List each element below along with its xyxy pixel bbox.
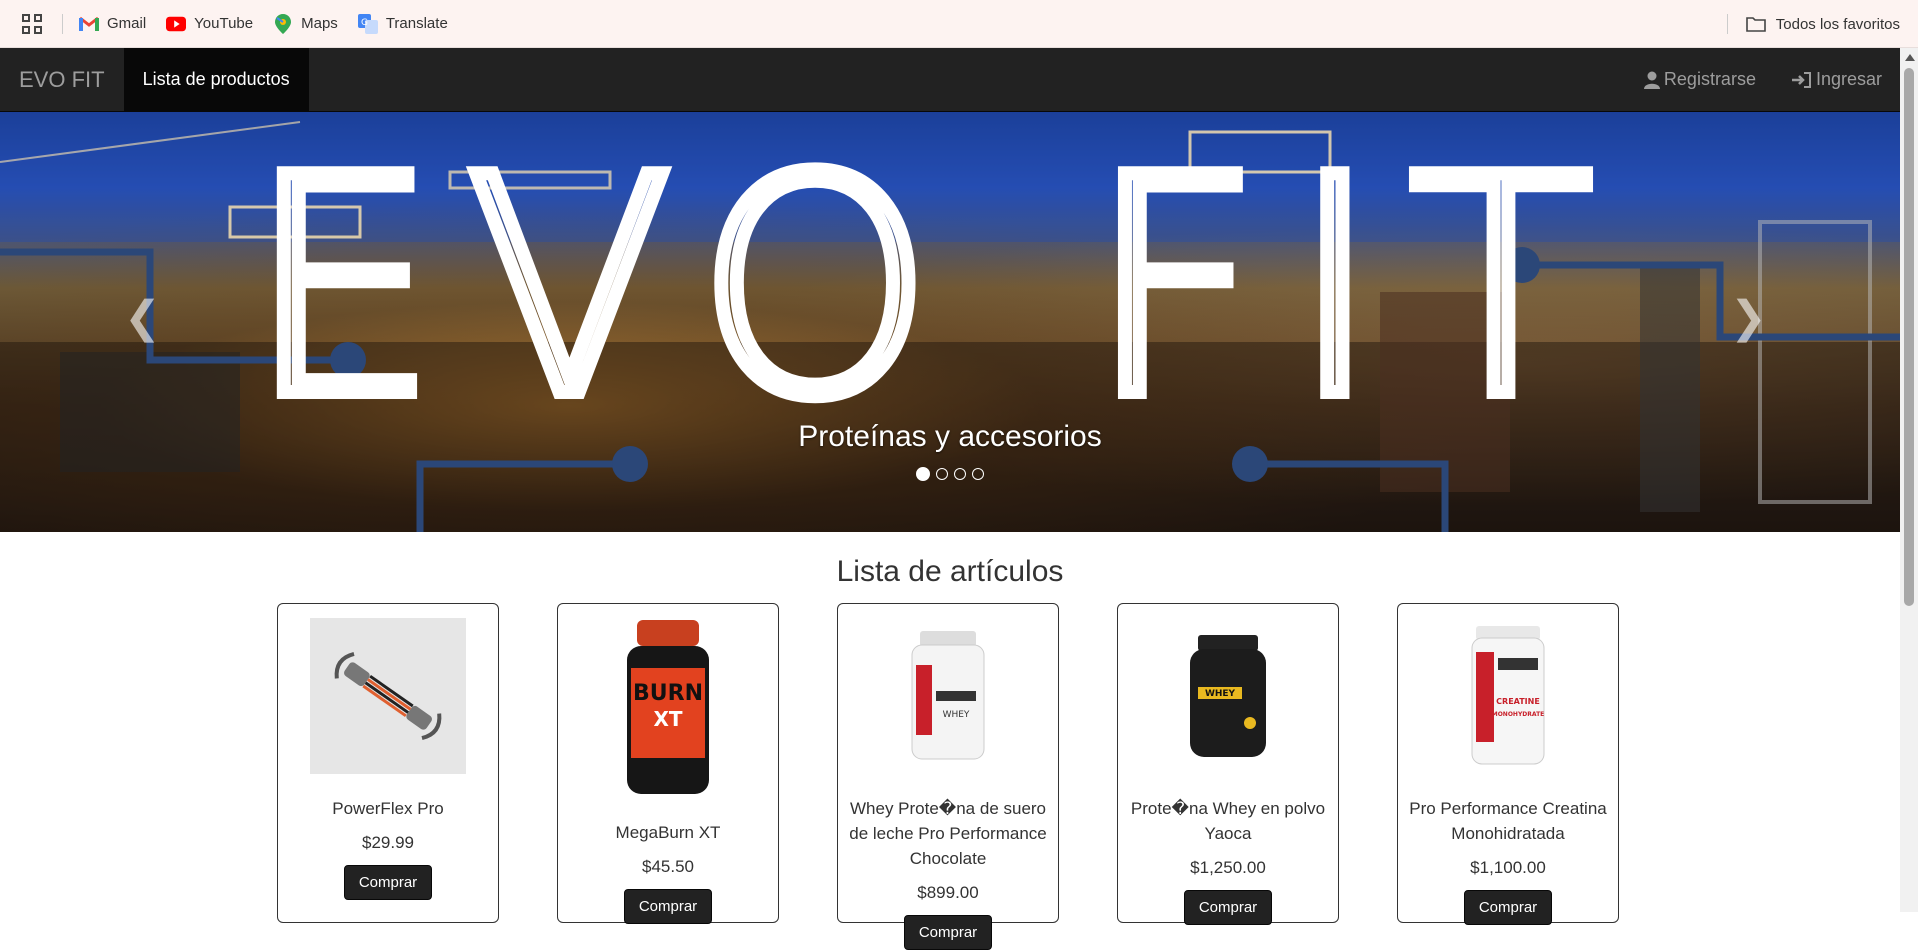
carousel-indicators [0,467,1900,481]
product-card: WHEY Whey Prote�na de suero de leche Pro… [837,603,1059,950]
bookmark-gmail[interactable]: Gmail [79,14,146,34]
svg-text:XT: XT [653,707,682,731]
carousel-indicator-2[interactable] [936,468,948,480]
product-image-black-whey-tub: WHEY [1150,618,1306,774]
carousel-headline: EVO FIT [247,114,1622,463]
bookmarks-bar: Gmail YouTube Maps G Translate Todos los… [0,0,1918,48]
nav-link-product-list[interactable]: Lista de productos [123,48,309,111]
bookmark-label: YouTube [194,15,254,32]
svg-text:MONOHYDRATE: MONOHYDRATE [1492,711,1545,718]
carousel-prev-control[interactable]: ❮ [124,292,161,343]
chevron-right-icon: ❯ [1730,293,1767,342]
product-name: Whey Prote�na de suero de leche Pro Perf… [849,799,1047,868]
folder-icon [1745,16,1766,32]
bookmark-label: Translate [385,15,448,32]
buy-button[interactable]: Comprar [1463,890,1553,925]
maps-icon [273,13,293,34]
youtube-icon [166,14,187,34]
product-name: Pro Performance Creatina Monohidratada [1409,799,1607,843]
product-price: $1,100.00 [1470,858,1546,877]
product-image-creatine-tub: CREATINE MONOHYDRATE [1430,618,1586,774]
carousel-indicator-4[interactable] [972,468,984,480]
navbar-right: Registrarse Ingresar [1626,48,1900,111]
carousel-caption: Proteínas y accesorios [798,420,1102,453]
buy-button[interactable]: Comprar [903,915,993,950]
carousel-indicator-3[interactable] [954,468,966,480]
scroll-thumb[interactable] [1904,68,1914,606]
product-image-pro-whey-tub: WHEY [870,618,1026,774]
all-bookmarks[interactable]: Todos los favoritos [1726,0,1900,48]
product-price: $29.99 [362,833,414,852]
bookmarks-divider [1726,14,1728,34]
buy-button[interactable]: Comprar [623,889,713,924]
bookmarks-divider [62,13,63,34]
login-icon [1791,71,1816,89]
svg-text:WHEY: WHEY [1205,689,1236,699]
bookmark-translate[interactable]: G Translate [357,13,448,34]
buy-button[interactable]: Comprar [343,865,433,900]
product-price: $1,250.00 [1190,858,1266,877]
hero-carousel: EVO FIT ❮ ❯ Proteínas y accesorios [0,112,1900,532]
carousel-indicator-1[interactable] [916,467,930,481]
product-name: PowerFlex Pro [332,799,444,818]
buy-button[interactable]: Comprar [1183,890,1273,925]
product-card: PowerFlex Pro $29.99 Comprar [277,603,499,923]
main-navbar: EVO FIT Lista de productos Registrarse I… [0,48,1900,112]
apps-grid-icon[interactable] [22,13,42,34]
product-card: BURN XT MegaBurn XT $45.50 Comprar [557,603,779,924]
bookmark-youtube[interactable]: YouTube [166,14,253,34]
product-image-chest-expander [310,618,466,774]
page-scrollbar[interactable] [1900,48,1918,912]
product-name: MegaBurn XT [615,823,721,842]
svg-text:WHEY: WHEY [943,710,970,720]
bookmark-label: Gmail [107,15,147,32]
svg-text:G: G [361,18,368,28]
translate-icon: G [357,13,378,34]
product-card: CREATINE MONOHYDRATE Pro Performance Crea… [1397,603,1619,925]
svg-text:BURN: BURN [633,681,703,706]
all-bookmarks-label: Todos los favoritos [1775,15,1900,33]
products-section-title: Lista de artículos [836,555,1064,588]
svg-text:CREATINE: CREATINE [1496,697,1540,706]
gmail-icon [79,14,99,34]
product-name: Prote�na Whey en polvo Yaoca [1130,799,1326,843]
login-label: Ingresar [1815,69,1882,89]
product-card: WHEY Prote�na Whey en polvo Yaoca $1,250… [1117,603,1339,925]
login-link[interactable]: Ingresar [1774,69,1900,90]
navbar-brand[interactable]: EVO FIT [0,48,124,111]
bookmark-label: Maps [301,15,338,32]
scroll-up-icon[interactable] [1905,54,1915,61]
carousel-next-control[interactable]: ❯ [1730,292,1767,343]
user-icon [1643,71,1664,89]
bookmark-maps[interactable]: Maps [273,13,338,34]
product-price: $899.00 [917,883,979,902]
chevron-left-icon: ❮ [124,293,161,342]
product-price: $45.50 [642,857,694,876]
register-label: Registrarse [1663,69,1756,89]
register-link[interactable]: Registrarse [1626,69,1774,90]
product-image-burn-xt-bottle: BURN XT [590,618,746,798]
